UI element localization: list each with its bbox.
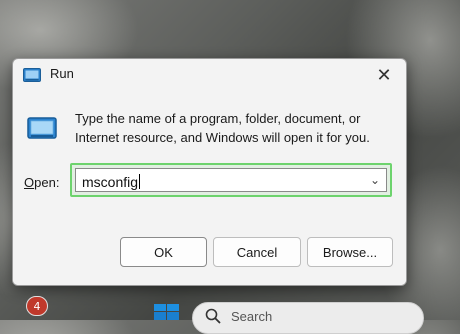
run-dialog: Run ✕ Type the name of a program, folder… bbox=[12, 58, 407, 286]
search-placeholder: Search bbox=[231, 309, 273, 324]
close-icon: ✕ bbox=[376, 64, 392, 85]
open-label: Open: bbox=[24, 175, 59, 190]
taskbar: 4 Search bbox=[0, 296, 460, 334]
notification-badge[interactable]: 4 bbox=[26, 296, 48, 316]
windows-start-icon[interactable] bbox=[154, 304, 180, 320]
chevron-down-icon[interactable]: ⌄ bbox=[370, 173, 380, 187]
ok-button[interactable]: OK bbox=[120, 237, 207, 267]
text-caret bbox=[139, 174, 141, 189]
run-program-icon bbox=[27, 117, 57, 139]
close-button[interactable]: ✕ bbox=[362, 59, 406, 91]
browse-button[interactable]: Browse... bbox=[307, 237, 393, 267]
taskbar-search-box[interactable]: Search bbox=[192, 302, 424, 334]
open-input[interactable]: msconfig bbox=[82, 174, 141, 190]
open-combobox[interactable]: msconfig ⌄ bbox=[75, 168, 387, 192]
run-icon bbox=[23, 68, 41, 82]
open-label-accelerator: O bbox=[24, 175, 35, 190]
instruction-text: Type the name of a program, folder, docu… bbox=[75, 111, 370, 145]
open-field-highlight: msconfig ⌄ bbox=[70, 163, 392, 197]
open-input-value: msconfig bbox=[82, 174, 139, 190]
search-icon bbox=[205, 308, 221, 324]
cancel-button[interactable]: Cancel bbox=[213, 237, 301, 267]
open-label-rest: pen: bbox=[34, 175, 60, 190]
button-bar: OK Cancel Browse... bbox=[13, 229, 406, 285]
title-bar[interactable]: Run ✕ bbox=[13, 59, 406, 91]
dialog-title: Run bbox=[50, 66, 74, 81]
